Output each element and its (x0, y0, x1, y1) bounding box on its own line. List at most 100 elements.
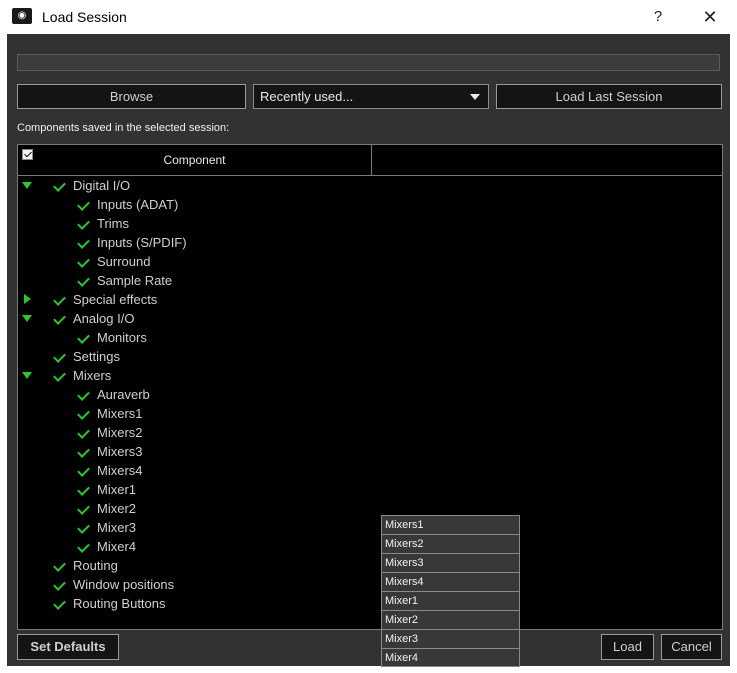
title-bar: ◉ Load Session ? ✕ (0, 0, 737, 34)
tree-item[interactable]: Monitors (18, 328, 370, 347)
tree-item-label: Mixers3 (97, 444, 143, 459)
close-button[interactable]: ✕ (698, 6, 722, 28)
mixer-list-popup[interactable]: Mixers1 Mixers2 Mixers3 Mixers4 Mixer1 Mixer2… (381, 515, 520, 667)
checkmark-icon[interactable] (53, 312, 66, 325)
expand-arrow-icon[interactable] (22, 315, 32, 322)
tree-item[interactable]: Analog I/O (18, 309, 370, 328)
expand-arrow-icon[interactable] (22, 372, 32, 379)
tree-item[interactable]: Routing Buttons (18, 594, 370, 613)
list-item[interactable]: Mixer4 (382, 649, 519, 666)
checkmark-icon[interactable] (77, 521, 90, 534)
tree-item[interactable]: Mixer2 (18, 499, 370, 518)
tree-item-label: Trims (97, 216, 130, 231)
tree-item[interactable]: Mixer1 (18, 480, 370, 499)
tree-item[interactable]: Mixers4 (18, 461, 370, 480)
window-title: Load Session (42, 9, 127, 25)
checkmark-icon[interactable] (53, 293, 66, 306)
tree-item[interactable]: Mixer3 (18, 518, 370, 537)
checkmark-icon[interactable] (77, 426, 90, 439)
tree-item[interactable]: Digital I/O (18, 176, 370, 195)
tree-item[interactable]: Trims (18, 214, 370, 233)
expand-arrow-icon[interactable] (22, 182, 32, 189)
chevron-down-icon (470, 94, 480, 100)
tree-item-label: Mixer1 (97, 482, 137, 497)
load-last-session-button[interactable]: Load Last Session (496, 84, 722, 109)
tree-item-label: Digital I/O (73, 178, 131, 193)
tree-item[interactable]: Mixers3 (18, 442, 370, 461)
tree-item-label: Routing Buttons (73, 596, 166, 611)
checkmark-icon[interactable] (77, 255, 90, 268)
tree-item-label: Inputs (ADAT) (97, 197, 179, 212)
collapse-arrow-icon[interactable] (24, 294, 31, 304)
list-item[interactable]: Mixer2 (382, 611, 519, 630)
tree-item-label: Routing (73, 558, 118, 573)
checkmark-icon[interactable] (77, 464, 90, 477)
checkmark-icon[interactable] (53, 350, 66, 363)
tree-item[interactable]: Inputs (ADAT) (18, 195, 370, 214)
column-header-empty (372, 145, 722, 175)
tree-item[interactable]: Mixers2 (18, 423, 370, 442)
list-item[interactable]: Mixer1 (382, 592, 519, 611)
checkmark-icon[interactable] (77, 236, 90, 249)
checkmark-icon[interactable] (77, 217, 90, 230)
recently-used-value: Recently used... (260, 89, 354, 104)
tree-item[interactable]: Auraverb (18, 385, 370, 404)
checkmark-icon[interactable] (53, 179, 66, 192)
tree-item[interactable]: Inputs (S/PDIF) (18, 233, 370, 252)
checkmark-icon[interactable] (77, 445, 90, 458)
tree-item[interactable]: Special effects (18, 290, 370, 309)
checkmark-icon[interactable] (77, 274, 90, 287)
browse-button[interactable]: Browse (17, 84, 246, 109)
tree-item-label: Mixer2 (97, 501, 137, 516)
tree-item-label: Auraverb (97, 387, 150, 402)
set-defaults-button[interactable]: Set Defaults (17, 634, 119, 660)
tree-item-label: Mixer4 (97, 539, 137, 554)
tree-item[interactable]: Mixers1 (18, 404, 370, 423)
tree-item-label: Monitors (97, 330, 147, 345)
help-button[interactable]: ? (646, 6, 670, 28)
column-header-label: Component (163, 153, 226, 167)
checkmark-icon[interactable] (53, 597, 66, 610)
tree-item[interactable]: Window positions (18, 575, 370, 594)
tree-item-label: Mixer3 (97, 520, 137, 535)
list-item[interactable]: Mixer3 (382, 630, 519, 649)
recently-used-dropdown[interactable]: Recently used... (253, 84, 489, 109)
checkmark-icon[interactable] (53, 369, 66, 382)
tree-item[interactable]: Sample Rate (18, 271, 370, 290)
components-label: Components saved in the selected session… (17, 122, 230, 134)
cancel-button[interactable]: Cancel (661, 634, 722, 660)
tree-item-label: Mixers2 (97, 425, 143, 440)
checkmark-icon[interactable] (77, 502, 90, 515)
checkmark-icon[interactable] (77, 483, 90, 496)
checkmark-icon[interactable] (77, 388, 90, 401)
checkmark-icon[interactable] (77, 198, 90, 211)
tree-item[interactable]: Routing (18, 556, 370, 575)
tree-item[interactable]: Mixer4 (18, 537, 370, 556)
progress-bar (17, 54, 720, 71)
select-all-checkbox[interactable] (22, 149, 33, 160)
tree-item[interactable]: Surround (18, 252, 370, 271)
list-item[interactable]: Mixers3 (382, 554, 519, 573)
list-item[interactable]: Mixers2 (382, 535, 519, 554)
column-header-component[interactable]: Component (18, 145, 372, 175)
list-item[interactable]: Mixers4 (382, 573, 519, 592)
tree-item[interactable]: Settings (18, 347, 370, 366)
app-icon: ◉ (12, 8, 32, 24)
checkmark-icon[interactable] (77, 540, 90, 553)
checkmark-icon[interactable] (53, 578, 66, 591)
checkmark-icon[interactable] (77, 407, 90, 420)
load-button[interactable]: Load (601, 634, 654, 660)
components-table: Component Digital I/O Inputs (ADAT) Trims I… (17, 144, 723, 667)
dialog-body: Browse Recently used... Load Last Sessio… (7, 34, 730, 667)
tree-item-label: Settings (73, 349, 120, 364)
tree-item[interactable]: Mixers (18, 366, 370, 385)
tree-item-label: Sample Rate (97, 273, 173, 288)
checkmark-icon[interactable] (77, 331, 90, 344)
list-item[interactable]: Mixers1 (382, 516, 519, 535)
checkmark-icon[interactable] (53, 559, 66, 572)
table-header: Component (18, 145, 722, 176)
tree-item-label: Mixers (73, 368, 112, 383)
tree-item-label: Surround (97, 254, 151, 269)
tree-item-label: Mixers1 (97, 406, 143, 421)
tree-item-label: Window positions (73, 577, 175, 592)
